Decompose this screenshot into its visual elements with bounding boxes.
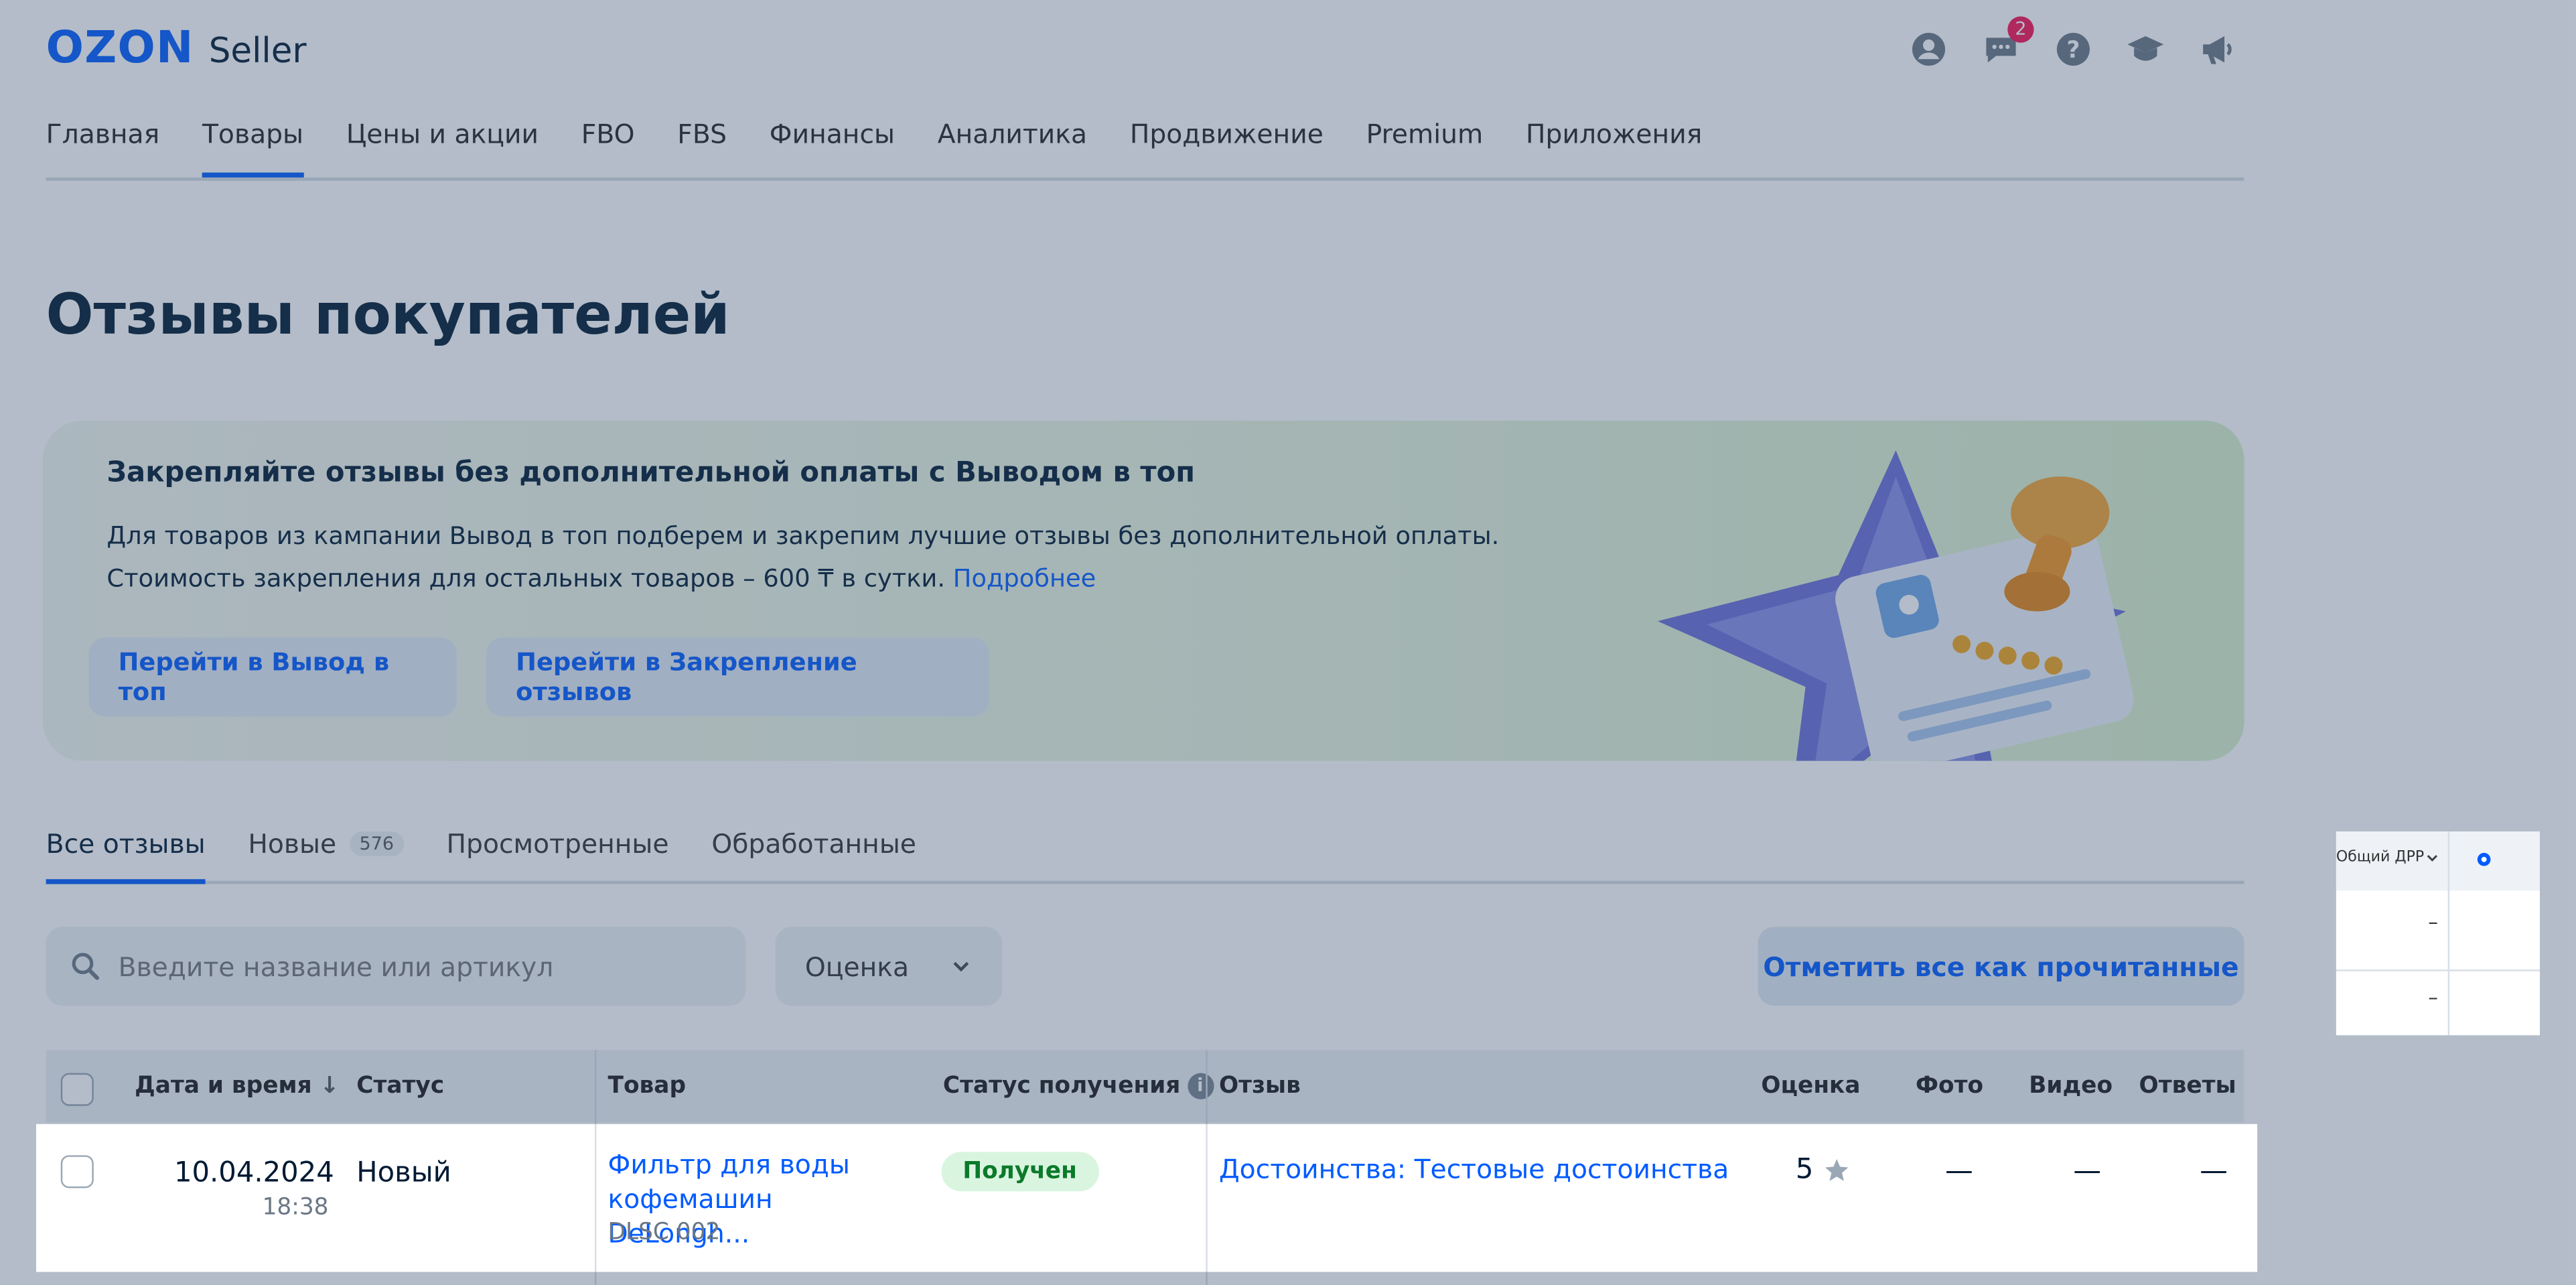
photo-value: — [1945,1155,1973,1189]
row-checkbox[interactable] [60,1155,94,1189]
review-date: 10.04.2024 [173,1156,334,1190]
star-icon [1824,1159,1848,1181]
review-time: 18:38 [262,1195,329,1221]
gear-icon[interactable] [2474,850,2494,869]
side-dash-1: – [2428,910,2438,934]
side-divider [2336,969,2541,971]
table-row[interactable] [35,1124,2258,1271]
product-sku: DLSC 002 [607,1219,721,1246]
review-link[interactable]: Достоинства: Тестовые достоинства [1219,1154,1729,1185]
side-header: Общий ДРР [2336,831,2541,891]
dim-overlay [0,0,2576,1285]
receipt-status-badge: Получен [941,1152,1098,1192]
page: OZON Seller 2 ? Главная Товары Цены и ак… [0,0,2576,1285]
side-table-fragment: Общий ДРР – – [2336,831,2541,1036]
drr-column-label[interactable]: Общий ДРР [2336,850,2424,866]
side-divider [2447,831,2450,1036]
review-rating: 5 [1796,1154,1850,1187]
video-value: — [2073,1155,2102,1189]
side-dash-2: – [2428,986,2438,1010]
rating-value: 5 [1795,1153,1814,1187]
review-status: Новый [356,1156,451,1190]
chevron-down-icon [2427,855,2438,862]
answers-value: — [2200,1155,2228,1189]
